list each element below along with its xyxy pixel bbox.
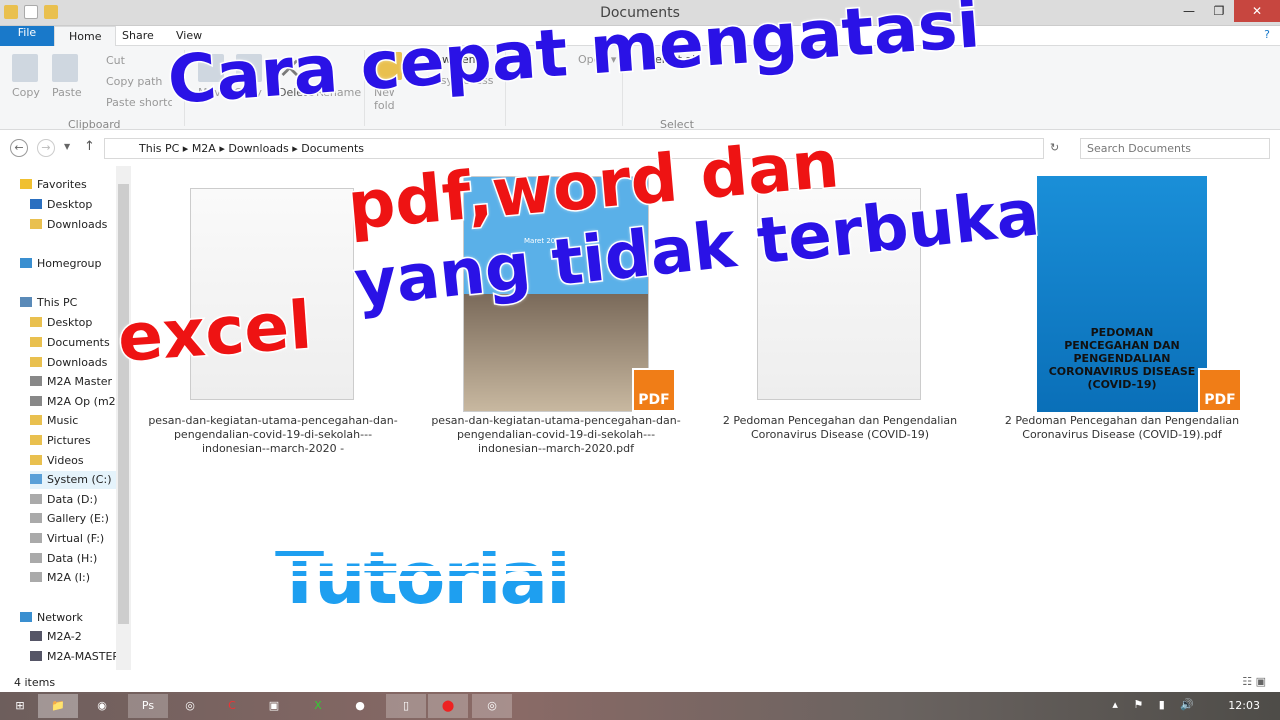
taskbar-chrome-icon[interactable]: ◎	[170, 694, 210, 718]
nav-gallery-e[interactable]: Gallery (E:)	[30, 510, 116, 528]
close-button[interactable]: ✕	[1234, 0, 1280, 22]
overlay-line-3-red: excel	[114, 285, 316, 378]
nav-data-h[interactable]: Data (H:)	[30, 550, 116, 568]
taskbar-app-icon[interactable]: ▣	[254, 694, 294, 718]
copy-button[interactable]: Copy	[12, 86, 40, 99]
breadcrumb-this-pc[interactable]: This PC	[139, 142, 179, 155]
nav-m2a-i[interactable]: M2A (I:)	[30, 569, 116, 587]
nav-videos[interactable]: Videos	[30, 452, 116, 470]
cut-button[interactable]: Cut	[106, 54, 125, 67]
pdf-badge-icon: PDF	[632, 368, 676, 412]
taskbar-explorer-icon[interactable]: 📁	[38, 694, 78, 718]
nav-documents[interactable]: Documents	[30, 334, 116, 352]
taskbar: ⊞ 📁 ◉ Ps ◎ C ▣ X ● ▯ ⬤ ◎ ▴ ⚑ ▮ 🔊 12:03	[0, 692, 1280, 720]
nav-scrollbar[interactable]	[116, 166, 131, 670]
start-button[interactable]: ⊞	[0, 694, 40, 718]
select-group-label: Select	[660, 118, 694, 131]
view-toggle-icons[interactable]: ☷ ▣	[1242, 675, 1266, 688]
item-count: 4 items	[14, 676, 56, 689]
copy-icon	[12, 54, 38, 82]
taskbar-app-icon[interactable]: C	[212, 694, 252, 718]
scrollbar-thumb[interactable]	[118, 184, 129, 624]
breadcrumb-downloads[interactable]: Downloads	[228, 142, 288, 155]
nav-this-pc[interactable]: This PC	[20, 294, 106, 312]
nav-system-c[interactable]: System (C:)	[30, 471, 116, 489]
nav-music[interactable]: Music	[30, 412, 116, 430]
nav-pictures[interactable]: Pictures	[30, 432, 116, 450]
clock: 12:03	[1228, 699, 1260, 712]
nav-virtual-f[interactable]: Virtual (F:)	[30, 530, 116, 548]
paste-icon	[52, 54, 78, 82]
taskbar-notepad-icon[interactable]: ▯	[386, 694, 426, 718]
system-tray-icons[interactable]: ▴ ⚑ ▮ 🔊	[1112, 698, 1200, 711]
navigation-pane: Favorites Desktop Downloads Homegroup Th…	[0, 166, 132, 670]
up-button[interactable]: ↑	[84, 139, 95, 154]
nav-data-d[interactable]: Data (D:)	[30, 491, 116, 509]
clipboard-group-label: Clipboard	[68, 118, 121, 131]
nav-network[interactable]: Network	[20, 609, 106, 627]
nav-desktop-pc[interactable]: Desktop	[30, 314, 116, 332]
breadcrumb-documents[interactable]: Documents	[301, 142, 364, 155]
paste-button[interactable]: Paste	[52, 86, 82, 99]
refresh-button[interactable]: ↻	[1050, 141, 1059, 154]
paste-shortcut-button[interactable]: Paste shortcut	[106, 96, 172, 109]
recent-locations-dropdown[interactable]: ▼	[64, 142, 70, 151]
file-name: 2 Pedoman Pencegahan dan Pengendalian Co…	[722, 414, 958, 441]
taskbar-app-icon[interactable]: ◉	[82, 694, 122, 718]
taskbar-excel-icon[interactable]: X	[298, 694, 338, 718]
nav-desktop[interactable]: Desktop	[30, 196, 116, 214]
tutorial-stripe-effect	[275, 536, 610, 586]
search-input[interactable]: Search Documents	[1080, 138, 1270, 159]
maximize-button[interactable]: ❐	[1204, 0, 1234, 22]
minimize-button[interactable]: —	[1174, 0, 1204, 22]
tab-share[interactable]: Share	[108, 26, 168, 46]
help-icon[interactable]: ?	[1264, 28, 1270, 41]
nav-downloads-pc[interactable]: Downloads	[30, 354, 116, 372]
taskbar-photoshop-icon[interactable]: Ps	[128, 694, 168, 718]
file-name: 2 Pedoman Pencegahan dan Pengendalian Co…	[1004, 414, 1240, 441]
pdf-thumbnail: PEDOMAN PENCEGAHAN DAN PENGENDALIAN CORO…	[1037, 176, 1207, 412]
nav-downloads[interactable]: Downloads	[30, 216, 116, 234]
nav-m2a-op[interactable]: M2A Op (m2a	[30, 393, 116, 411]
taskbar-chrome-icon[interactable]: ◎	[472, 694, 512, 718]
taskbar-recorder-icon[interactable]: ⬤	[428, 694, 468, 718]
nav-m2a-2[interactable]: M2A-2	[30, 628, 116, 646]
copy-path-button[interactable]: Copy path	[106, 75, 162, 88]
forward-button[interactable]: →	[37, 139, 55, 157]
nav-m2a-master[interactable]: M2A Master (	[30, 373, 116, 391]
nav-m2a-master-net[interactable]: M2A-MASTER	[30, 648, 116, 666]
tab-file[interactable]: File	[0, 26, 54, 46]
file-name: pesan-dan-kegiatan-utama-pencegahan-dan-…	[148, 414, 398, 455]
taskbar-app-icon[interactable]: ●	[340, 694, 380, 718]
breadcrumb-m2a[interactable]: M2A	[192, 142, 216, 155]
pdf-badge-icon: PDF	[1198, 368, 1242, 412]
nav-homegroup[interactable]: Homegroup	[20, 255, 106, 273]
status-bar: 4 items ☷ ▣	[0, 672, 1280, 692]
back-button[interactable]: ←	[10, 139, 28, 157]
nav-favorites[interactable]: Favorites	[20, 176, 106, 194]
file-name: pesan-dan-kegiatan-utama-pencegahan-dan-…	[431, 414, 681, 455]
